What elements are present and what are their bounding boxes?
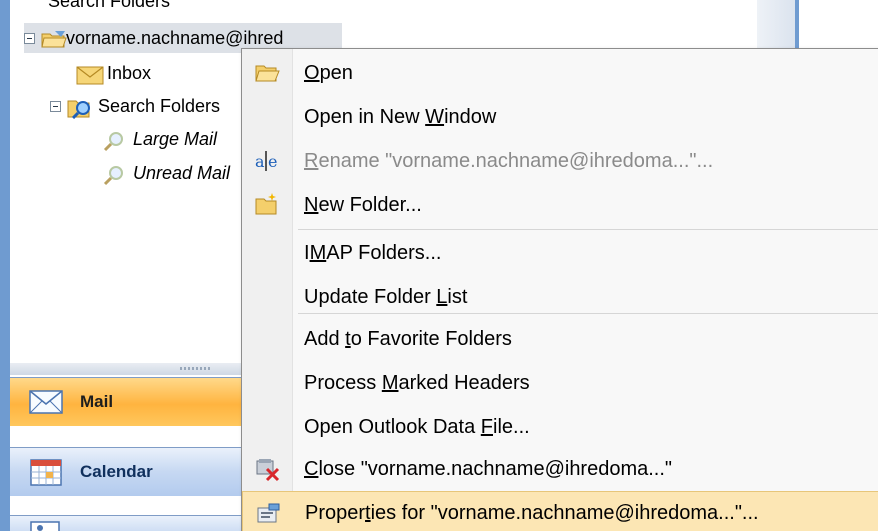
menu-item-new-folder[interactable]: New Folder... — [242, 183, 878, 227]
menu-item-label: Open in New Window — [304, 105, 497, 128]
menu-separator — [298, 313, 878, 314]
menu-item-label: Add to Favorite Folders — [304, 327, 512, 350]
menu-item-process-marked-headers[interactable]: Process Marked Headers — [242, 361, 878, 405]
tree-item-large-mail[interactable]: Large Mail — [102, 124, 217, 154]
tree-item-label: Search Folders — [98, 95, 221, 116]
menu-separator — [298, 229, 878, 230]
svg-text:a: a — [255, 152, 265, 171]
collapse-icon[interactable] — [50, 100, 61, 112]
menu-item-properties[interactable]: Properties for "vorname.nachname@ihredom… — [242, 491, 878, 531]
outlook-screen: Search Folders vorname.nachname@ihred In… — [0, 0, 878, 531]
collapse-icon[interactable] — [24, 32, 35, 44]
menu-item-label: Open — [304, 61, 353, 84]
mailbox-folder-icon — [41, 29, 67, 48]
menu-item-label: Close "vorname.nachname@ihredoma..." — [304, 457, 673, 480]
contacts-icon — [28, 518, 64, 531]
mail-icon — [28, 387, 64, 417]
rename-icon: a e — [254, 148, 280, 174]
tree-item-label: Large Mail — [133, 128, 218, 149]
nav-button-label: Calendar — [80, 462, 153, 481]
splitter-grip-icon — [180, 367, 210, 370]
menu-item-open[interactable]: Open — [242, 51, 878, 95]
menu-item-close[interactable]: Close "vorname.nachname@ihredoma..." — [242, 447, 878, 491]
menu-item-label: Rename "vorname.nachname@ihredoma..."... — [304, 149, 714, 172]
tree-item-label: vorname.nachname@ihred — [66, 27, 284, 48]
menu-item-label: IMAP Folders... — [304, 241, 442, 264]
folder-context-menu: Open Open in New Window a e Rename "vorn… — [241, 48, 878, 531]
tree-item-label: Inbox — [107, 62, 152, 83]
menu-item-label: Update Folder List — [304, 285, 468, 308]
menu-item-add-to-favorites[interactable]: Add to Favorite Folders — [242, 317, 878, 361]
menu-item-label: Process Marked Headers — [304, 371, 530, 394]
new-folder-icon — [254, 192, 280, 218]
tree-item-unread-mail[interactable]: Unread Mail — [102, 158, 230, 188]
search-folder-icon — [102, 130, 130, 152]
tree-item-label: Unread Mail — [133, 162, 231, 183]
menu-item-open-data-file[interactable]: Open Outlook Data File... — [242, 405, 878, 449]
menu-item-open-new-window[interactable]: Open in New Window — [242, 95, 878, 139]
search-folder-icon — [102, 164, 130, 186]
inbox-icon — [76, 64, 104, 85]
menu-item-rename[interactable]: a e Rename "vorname.nachname@ihredoma...… — [242, 139, 878, 183]
tree-item-inbox[interactable]: Inbox — [76, 58, 151, 88]
menu-item-label: Open Outlook Data File... — [304, 415, 530, 438]
tree-item-search-folders[interactable]: Search Folders — [50, 91, 220, 121]
tree-item-label: Search Folders — [48, 0, 171, 11]
menu-item-label: Properties for "vorname.nachname@ihredom… — [305, 501, 759, 524]
calendar-icon — [28, 457, 64, 487]
menu-item-label: New Folder... — [304, 193, 422, 216]
menu-item-imap-folders[interactable]: IMAP Folders... — [242, 231, 878, 275]
tree-item-search-folders-top[interactable]: Search Folders — [48, 0, 170, 16]
svg-text:e: e — [268, 152, 277, 171]
close-data-file-icon — [254, 456, 280, 482]
nav-button-label: Mail — [80, 392, 114, 411]
open-folder-icon — [254, 60, 280, 86]
search-folder-icon — [67, 97, 95, 120]
properties-icon — [255, 501, 281, 527]
